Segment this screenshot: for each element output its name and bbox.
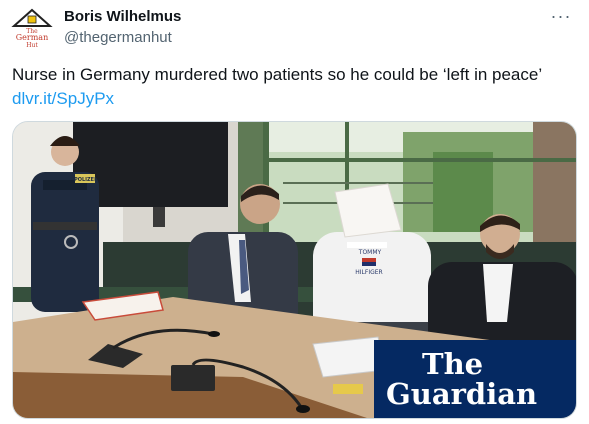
guardian-watermark-line2: Guardian xyxy=(386,377,538,411)
avatar-logo-bot: Hut xyxy=(26,42,38,49)
tweet-link[interactable]: dlvr.it/SpJyPx xyxy=(12,87,114,111)
guardian-watermark-line1: The xyxy=(422,347,484,381)
tweet-text: Nurse in Germany murdered two patients s… xyxy=(12,65,543,84)
more-dots-icon: ··· xyxy=(550,5,572,26)
more-options-button[interactable]: ··· xyxy=(549,6,573,26)
hut-logo-icon: The German Hut xyxy=(10,6,54,50)
avatar-logo-mid: German xyxy=(16,33,48,42)
sweater-text-b: HILFIGER xyxy=(355,269,382,276)
guardian-watermark: The Guardian xyxy=(374,340,576,418)
author-handle[interactable]: @thegermanhut xyxy=(64,29,172,46)
tweet-media-photo[interactable]: POLIZEI TOMMY HILFIGER The Guardian xyxy=(12,121,577,419)
author-avatar[interactable]: The German Hut xyxy=(10,6,54,50)
police-patch-text: POLIZEI xyxy=(74,177,96,183)
author-name[interactable]: Boris Wilhelmus xyxy=(64,8,181,25)
sweater-text-a: TOMMY xyxy=(358,249,382,256)
